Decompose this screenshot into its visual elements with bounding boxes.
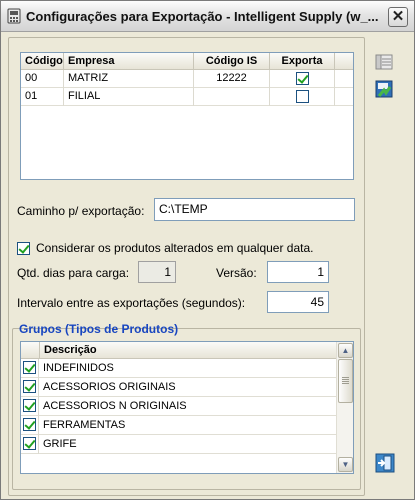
column-header-exporta[interactable]: Exporta [270,53,335,70]
column-header-codigo[interactable]: Código [21,53,64,70]
group-label: GRIFE [43,438,77,450]
version-input[interactable]: 1 [267,261,329,283]
companies-grid-header: Código Empresa Código IS Exporta [21,53,353,70]
list-item[interactable]: FERRAMENTAS [21,416,336,435]
export-path-label: Caminho p/ exportação: [17,204,145,218]
export-path-input[interactable]: C:\TEMP [154,198,355,221]
cell-empresa: MATRIZ [64,70,194,88]
columns-button[interactable] [372,50,394,72]
groups-title: Grupos (Tipos de Produtos) [19,322,179,336]
groups-scrollbar[interactable]: ▲ ▼ [336,342,353,473]
config-window: Configurações para Exportação - Intellig… [0,0,415,500]
exit-door-icon [375,453,395,473]
consider-altered-label: Considerar os produtos alterados em qual… [36,241,314,255]
groups-list-header: Descrição [21,342,336,359]
group-checkbox[interactable] [23,399,36,412]
cell-exporta [270,70,335,88]
days-load-label: Qtd. dias para carga: [17,266,130,280]
interval-label: Intervalo entre as exportações (segundos… [17,296,246,310]
scroll-up-button[interactable]: ▲ [338,343,353,358]
save-export-button[interactable] [372,77,394,99]
group-checkbox[interactable] [23,361,36,374]
save-export-icon [375,80,393,98]
window-app-icon [7,8,21,24]
days-load-input: 1 [138,261,176,283]
version-label: Versão: [216,266,257,280]
cell-codigo: 01 [21,88,64,106]
title-bar[interactable]: Configurações para Exportação - Intellig… [1,1,414,32]
list-item[interactable]: INDEFINIDOS [21,359,336,378]
cell-codigo-is[interactable]: 12222 [194,70,270,88]
list-item[interactable]: ACESSORIOS ORIGINAIS [21,378,336,397]
grid-columns-icon [375,54,393,70]
exit-button[interactable] [373,451,395,473]
consider-altered-checkbox[interactable] [17,242,30,255]
column-header-codigo-is[interactable]: Código IS [194,53,270,70]
column-header-descricao[interactable]: Descrição [40,342,336,359]
column-header-empresa[interactable]: Empresa [64,53,194,70]
cell-empresa: FILIAL [64,88,194,106]
group-label: FERRAMENTAS [43,419,126,431]
table-row[interactable]: 00 MATRIZ 12222 [21,70,353,88]
group-label: INDEFINIDOS [43,362,114,374]
cell-exporta [270,88,335,106]
group-checkbox[interactable] [23,418,36,431]
group-label: ACESSORIOS N ORIGINAIS [43,400,187,412]
group-label: ACESSORIOS ORIGINAIS [43,381,176,393]
cell-codigo: 00 [21,70,64,88]
interval-input[interactable]: 45 [267,291,329,313]
exporta-checkbox[interactable] [295,71,309,85]
close-button[interactable]: ✕ [388,7,408,27]
table-row[interactable]: 01 FILIAL [21,88,353,106]
column-header-select[interactable] [21,342,40,359]
close-icon: ✕ [391,8,405,25]
exporta-checkbox[interactable] [295,89,309,103]
group-checkbox[interactable] [23,437,36,450]
group-checkbox[interactable] [23,380,36,393]
list-item[interactable]: ACESSORIOS N ORIGINAIS [21,397,336,416]
list-item[interactable]: GRIFE [21,435,336,454]
cell-codigo-is[interactable] [194,88,270,106]
scroll-thumb[interactable] [338,359,353,403]
groups-list[interactable]: Descrição INDEFINIDOS ACESSORIOS ORIGINA… [20,341,354,474]
scroll-down-button[interactable]: ▼ [338,457,353,472]
window-title: Configurações para Exportação - Intellig… [26,9,379,24]
companies-grid[interactable]: Código Empresa Código IS Exporta 00 MATR… [20,52,354,180]
